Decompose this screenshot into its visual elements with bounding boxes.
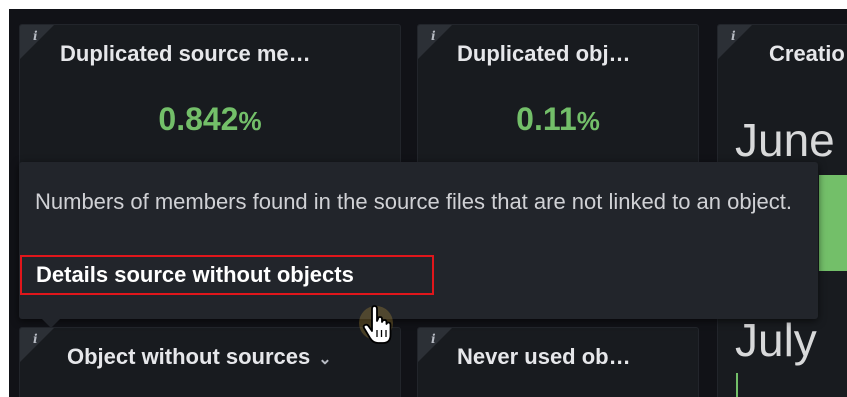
- details-source-without-objects-link[interactable]: Details source without objects: [20, 255, 434, 295]
- stat-number: 0.11: [516, 101, 577, 137]
- panel-title[interactable]: Object without sources ⌄: [67, 344, 332, 370]
- tooltip-arrow: [42, 319, 60, 328]
- info-icon[interactable]: i: [33, 332, 38, 346]
- timeline-bar-line: [736, 373, 738, 397]
- timeline-bar: [819, 175, 847, 271]
- panel-title[interactable]: Never used ob…: [457, 344, 631, 370]
- stat-panel-duplicated-source-members[interactable]: i Duplicated source me… 0.842%: [19, 24, 401, 174]
- stat-value: 0.842%: [20, 101, 400, 138]
- panel-description-tooltip: Numbers of members found in the source f…: [19, 162, 818, 319]
- info-icon[interactable]: i: [431, 332, 436, 346]
- stat-unit: %: [576, 106, 600, 136]
- month-label-june: June: [735, 114, 835, 166]
- stat-number: 0.842: [158, 101, 239, 137]
- chevron-down-icon[interactable]: ⌄: [318, 351, 331, 368]
- stat-unit: %: [238, 106, 262, 136]
- info-icon[interactable]: i: [33, 29, 38, 43]
- tooltip-description: Numbers of members found in the source f…: [35, 189, 792, 214]
- stat-panel-object-without-sources[interactable]: i Object without sources ⌄: [19, 327, 401, 397]
- dashboard: i Duplicated source me… 0.842% i Duplica…: [9, 9, 847, 397]
- info-icon[interactable]: i: [431, 29, 436, 43]
- panel-title[interactable]: Duplicated obj…: [457, 41, 631, 67]
- month-label-july: July: [735, 314, 817, 366]
- stat-panel-duplicated-objects[interactable]: i Duplicated obj… 0.11%: [417, 24, 699, 174]
- panel-title[interactable]: Creatio: [769, 41, 845, 67]
- panel-title[interactable]: Duplicated source me…: [60, 41, 311, 67]
- stat-value: 0.11%: [418, 101, 698, 138]
- info-icon[interactable]: i: [731, 29, 736, 43]
- stat-panel-never-used-objects[interactable]: i Never used ob…: [417, 327, 699, 397]
- panel-title-text: Object without sources: [67, 344, 311, 369]
- hand-pointer-cursor: [359, 305, 393, 344]
